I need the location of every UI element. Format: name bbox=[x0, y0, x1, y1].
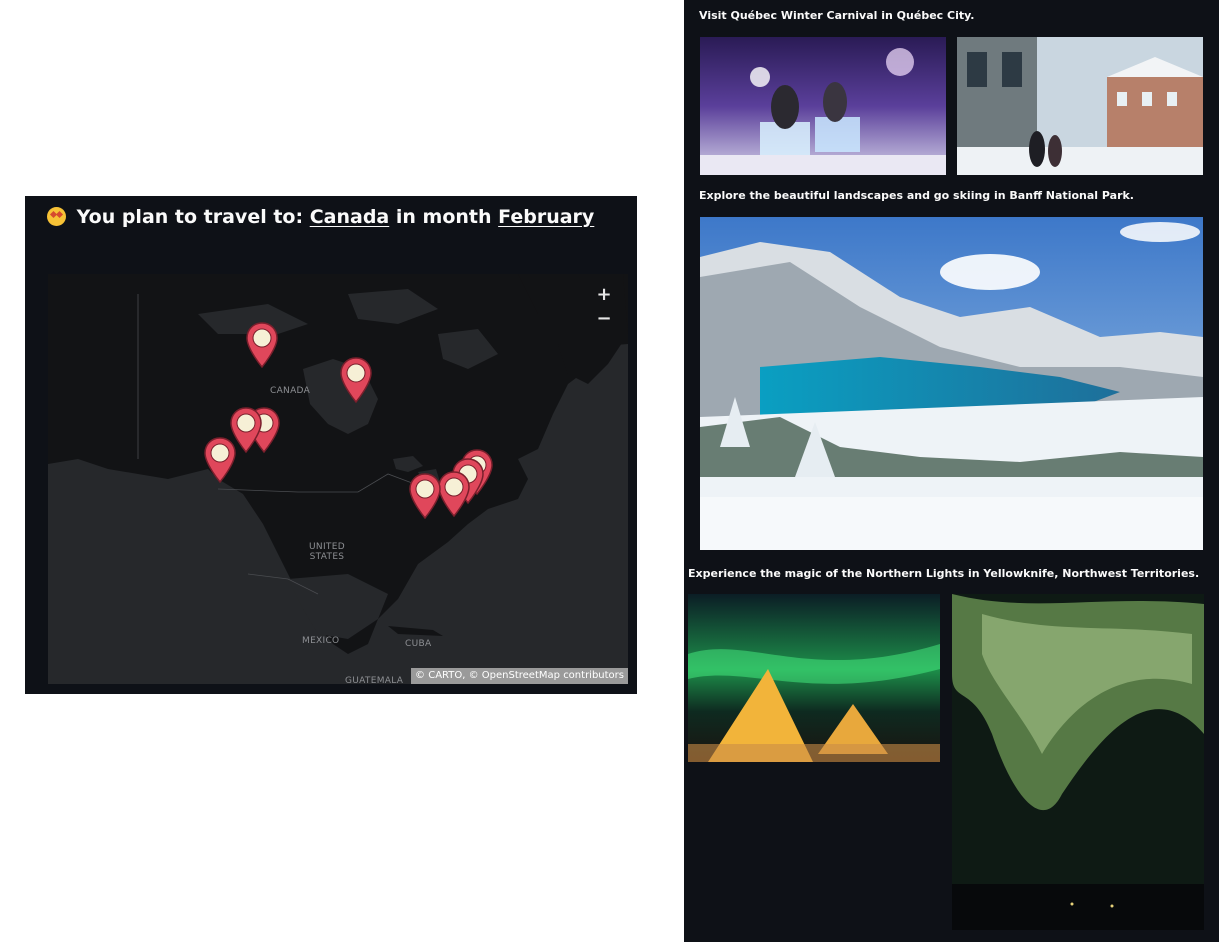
zoom-in-button[interactable]: + bbox=[593, 284, 615, 306]
month-prefix: in month bbox=[395, 206, 492, 228]
aurora-teepees-photo bbox=[688, 594, 940, 762]
carnival-ice-slide-photo bbox=[700, 37, 946, 175]
map-attribution: © CARTO, © OpenStreetMap contributors bbox=[411, 668, 628, 684]
basemap bbox=[48, 274, 628, 654]
old-quebec-snowy-street-photo bbox=[957, 37, 1203, 175]
mexico-label: MEXICO bbox=[302, 636, 340, 646]
zoom-out-button[interactable]: − bbox=[593, 308, 615, 330]
country-name: Canada bbox=[309, 206, 390, 228]
location-marker-icon[interactable] bbox=[408, 472, 442, 520]
canada-label: CANADA bbox=[270, 386, 311, 396]
aurora-sky-photo bbox=[952, 594, 1204, 930]
contributors-text: contributors bbox=[563, 670, 624, 681]
title-prefix: You plan to travel to: bbox=[76, 206, 304, 228]
united-states-label: UNITED STATES bbox=[309, 542, 345, 562]
quebec-caption: Visit Québec Winter Carnival in Québec C… bbox=[699, 9, 975, 22]
cuba-label: CUBA bbox=[405, 639, 432, 649]
osm-link[interactable]: © OpenStreetMap bbox=[469, 670, 560, 681]
recommendations-panel: Visit Québec Winter Carnival in Québec C… bbox=[684, 0, 1219, 942]
month-name: February bbox=[498, 206, 595, 228]
location-marker-icon[interactable] bbox=[437, 470, 471, 518]
map-view[interactable]: CANADA UNITED STATES MEXICO CUBA GUATEMA… bbox=[48, 274, 628, 684]
map-panel: You plan to travel to: Canada in month F… bbox=[25, 196, 637, 694]
yellowknife-caption: Experience the magic of the Northern Lig… bbox=[688, 567, 1200, 580]
star-struck-emoji-icon bbox=[47, 207, 66, 226]
carto-link[interactable]: © CARTO, bbox=[415, 670, 465, 681]
location-marker-icon[interactable] bbox=[339, 356, 373, 404]
location-marker-icon[interactable] bbox=[245, 321, 279, 369]
banff-caption: Explore the beautiful landscapes and go … bbox=[699, 189, 1134, 202]
location-marker-icon[interactable] bbox=[203, 436, 237, 484]
guatemala-label: GUATEMALA bbox=[345, 676, 404, 684]
travel-plan-title: You plan to travel to: Canada in month F… bbox=[47, 204, 594, 230]
banff-peyto-lake-photo bbox=[700, 217, 1203, 550]
